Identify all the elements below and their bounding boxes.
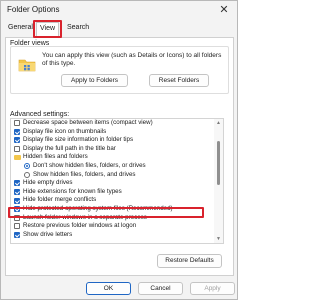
- advanced-setting-label: Display file size information in folder …: [23, 136, 134, 144]
- advanced-setting-label: Hide empty drives: [23, 179, 73, 187]
- advanced-setting-row[interactable]: Decrease space between items (compact vi…: [11, 119, 215, 128]
- title-bar: Folder Options ✕: [1, 1, 237, 20]
- reset-folders-button[interactable]: Reset Folders: [149, 74, 209, 87]
- ok-button[interactable]: OK: [86, 282, 131, 295]
- checkbox-unchecked[interactable]: [14, 120, 20, 127]
- advanced-setting-label: Hide folder merge conflicts: [23, 196, 97, 204]
- view-tab-highlight: [33, 20, 62, 38]
- restore-defaults-button[interactable]: Restore Defaults: [157, 254, 222, 268]
- advanced-setting-label: Display file icon on thumbnails: [23, 127, 107, 135]
- radio-selected[interactable]: [24, 163, 30, 170]
- scroll-up-icon[interactable]: ▲: [215, 120, 222, 126]
- advanced-setting-row[interactable]: Don't show hidden files, folders, or dri…: [11, 162, 215, 171]
- advanced-setting-row[interactable]: Hide empty drives: [11, 179, 215, 188]
- checkbox-unchecked[interactable]: [14, 223, 20, 230]
- close-icon[interactable]: ✕: [217, 3, 231, 17]
- advanced-settings-items: Decrease space between items (compact vi…: [11, 119, 215, 239]
- checkbox-checked[interactable]: [14, 180, 20, 187]
- advanced-setting-row[interactable]: Restore previous folder windows at logon: [11, 222, 215, 231]
- scroll-thumb[interactable]: [217, 141, 220, 185]
- checkbox-unchecked[interactable]: [14, 145, 20, 152]
- advanced-setting-label: Display the full path in the title bar: [23, 144, 116, 152]
- advanced-setting-row[interactable]: Display file size information in folder …: [11, 136, 215, 145]
- checkbox-checked[interactable]: [14, 197, 20, 204]
- checkbox-checked[interactable]: [14, 188, 20, 195]
- advanced-setting-row: Hidden files and folders: [11, 153, 215, 162]
- window-title: Folder Options: [7, 5, 60, 14]
- folder-icon: [18, 59, 36, 72]
- advanced-settings-heading: Advanced settings:: [10, 111, 70, 118]
- folder-icon: [14, 154, 21, 161]
- advanced-setting-label: Restore previous folder windows at logon: [23, 222, 137, 230]
- advanced-setting-label: Decrease space between items (compact vi…: [23, 119, 153, 126]
- checkbox-checked[interactable]: [14, 128, 20, 135]
- scroll-down-icon[interactable]: ▼: [215, 236, 222, 242]
- cancel-button[interactable]: Cancel: [138, 282, 183, 295]
- hide-protected-files-highlight: [8, 207, 204, 218]
- advanced-setting-row[interactable]: Display the full path in the title bar: [11, 145, 215, 154]
- advanced-setting-label: Show drive letters: [23, 230, 73, 238]
- folder-views-description: You can apply this view (such as Details…: [42, 52, 222, 67]
- advanced-setting-label: Hide extensions for known file types: [23, 187, 122, 195]
- apply-button[interactable]: Apply: [190, 282, 235, 295]
- advanced-setting-row[interactable]: Hide folder merge conflicts: [11, 196, 215, 205]
- advanced-settings-list[interactable]: Decrease space between items (compact vi…: [10, 118, 224, 244]
- advanced-setting-label: Don't show hidden files, folders, or dri…: [33, 161, 146, 169]
- tab-general[interactable]: General: [8, 24, 33, 31]
- advanced-setting-row[interactable]: Show drive letters: [11, 231, 215, 240]
- advanced-setting-label: Show hidden files, folders, and drives: [33, 170, 136, 178]
- advanced-setting-row[interactable]: Display file icon on thumbnails: [11, 128, 215, 137]
- checkbox-checked[interactable]: [14, 137, 20, 144]
- checkbox-checked[interactable]: [14, 231, 20, 238]
- advanced-setting-label: Hidden files and folders: [23, 153, 88, 161]
- advanced-setting-row[interactable]: Show hidden files, folders, and drives: [11, 171, 215, 180]
- folder-options-dialog: Folder Options ✕ General View Search Fol…: [0, 0, 238, 300]
- tab-search[interactable]: Search: [67, 24, 89, 31]
- radio-unselected[interactable]: [24, 171, 30, 178]
- advanced-setting-row[interactable]: Hide extensions for known file types: [11, 188, 215, 197]
- advanced-settings-scrollbar[interactable]: ▲ ▼: [214, 119, 223, 243]
- apply-to-folders-button[interactable]: Apply to Folders: [61, 74, 128, 87]
